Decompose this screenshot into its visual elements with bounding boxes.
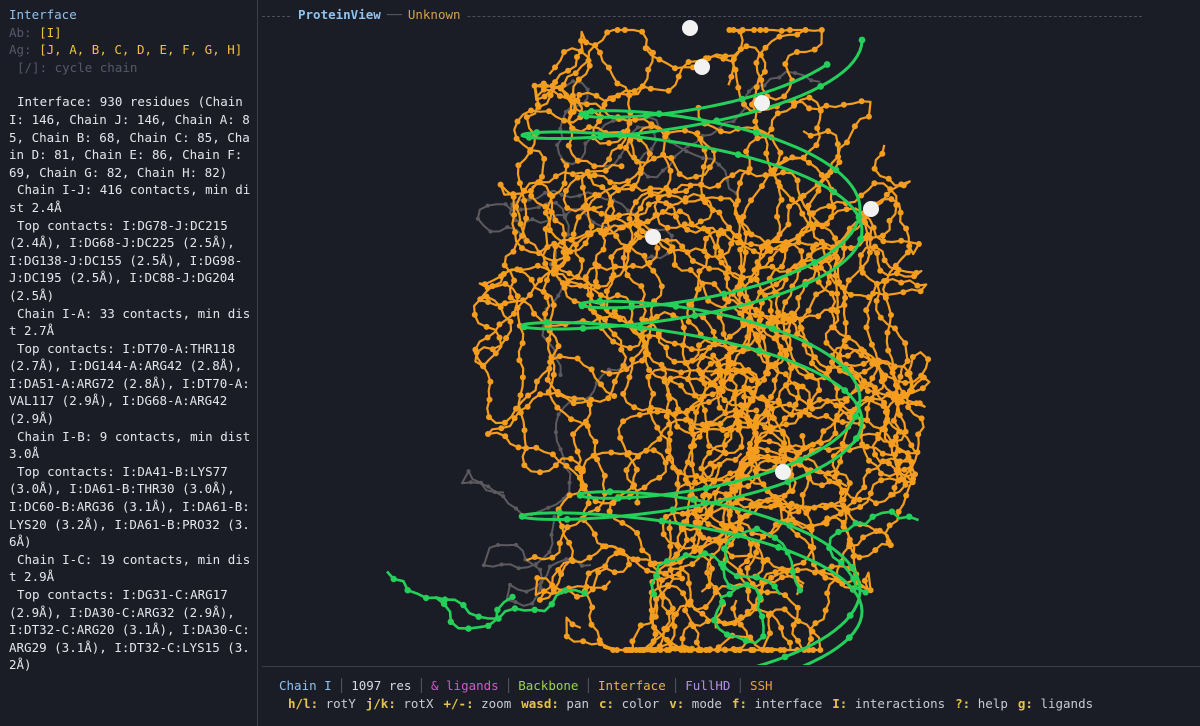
report-line: Chain I-C: 19 contacts, min dist 2.9Å	[9, 551, 251, 585]
report-line: Top contacts: I:DG31-C:ARG17 (2.9Å), I:D…	[9, 587, 250, 673]
report-line: Top contacts: I:DT70-A:THR118 (2.7Å), I:…	[9, 340, 250, 427]
key-hint-action: pan	[558, 696, 589, 711]
status-divider: │	[736, 678, 744, 693]
key-hint-action: mode	[684, 696, 722, 711]
key-hint-key: ?:	[955, 696, 971, 711]
antibody-chain-row[interactable]: Ab: [I]	[9, 24, 251, 42]
status-interface-mode: Interface	[597, 678, 666, 693]
status-bar: Chain I │ 1097 res │ & ligands │ Backbone │ Inte…	[262, 666, 1200, 726]
dna-tail	[710, 581, 767, 645]
cycle-chain-hint: [/]: cycle chain	[17, 59, 138, 75]
key-hint: ?: help	[955, 696, 1008, 711]
report-line: Chain I-B: 9 contacts, min dist 3.0Å	[9, 428, 251, 462]
sidebar-title: Interface	[9, 7, 77, 22]
report-line: Top contacts: I:DG78-J:DC215 (2.4Å), I:D…	[9, 217, 243, 303]
key-hint-action: interactions	[847, 696, 946, 711]
key-hint: I: interactions	[832, 696, 945, 711]
status-ligands: & ligands	[430, 678, 499, 693]
ion-sphere	[645, 229, 661, 245]
key-hint-key: c:	[599, 696, 615, 711]
status-connection: SSH	[749, 678, 773, 693]
key-hint-key: j/k:	[365, 696, 396, 711]
key-hint: v: mode	[669, 696, 722, 711]
key-hint: j/k: rotX	[366, 696, 434, 711]
key-hint-action: ligands	[1032, 696, 1094, 711]
ag-label: Ag:	[9, 42, 32, 58]
status-divider: │	[504, 678, 513, 693]
key-hint: +/-: zoom	[444, 696, 512, 711]
key-hint-action: rotX	[395, 696, 434, 711]
molecule-render[interactable]	[262, 0, 1200, 665]
key-hint: wasd: pan	[521, 696, 589, 711]
protein-view-app: Interface Ab: [I] Ag: [J, A, B, C, D, E,…	[0, 0, 1200, 726]
report-line: Chain I-A: 33 contacts, min dist 2.7Å	[9, 305, 251, 339]
key-hint-action: zoom	[473, 696, 512, 711]
report-line: Top contacts: I:DA41-B:LYS77 (3.0Å), I:D…	[9, 463, 250, 550]
key-hint-key: wasd:	[521, 696, 559, 711]
ion-sphere	[682, 20, 698, 36]
key-hint-action: interface	[746, 696, 823, 711]
status-resolution: FullHD	[685, 678, 731, 693]
status-divider: │	[671, 678, 680, 693]
key-hint-key: g:	[1017, 696, 1033, 711]
key-hint-key: f:	[731, 696, 747, 711]
ion-sphere	[863, 201, 879, 217]
ion-sphere	[694, 59, 710, 75]
molecule-viewport[interactable]: ProteinView ── Unknown	[262, 0, 1200, 665]
dna-tail	[386, 570, 516, 632]
dna-tail	[434, 587, 588, 622]
ion-sphere	[754, 95, 770, 111]
key-hint-action: color	[614, 696, 660, 711]
status-backbone-mode: Backbone	[518, 678, 579, 693]
interface-report: Interface: 930 residues (Chain I: 146, C…	[9, 93, 251, 674]
status-line: Chain I │ 1097 res │ & ligands │ Backbone │ Inte…	[276, 678, 776, 693]
status-divider: │	[337, 678, 346, 693]
status-chain: Chain I	[279, 678, 332, 693]
keybinding-hints: h/l: rotY j/k: rotX +/-: zoom wasd: pan c: c…	[288, 696, 1103, 711]
key-hint-key: +/-:	[443, 696, 474, 711]
key-hint-action: help	[970, 696, 1008, 711]
status-divider: │	[584, 678, 592, 693]
key-hint-action: rotY	[318, 696, 356, 711]
key-hint: h/l: rotY	[288, 696, 356, 711]
key-hint-key: v:	[669, 696, 685, 711]
report-line: Chain I-J: 416 contacts, min dist 2.4Å	[9, 182, 251, 215]
ion-sphere	[775, 464, 791, 480]
interface-sidebar[interactable]: Interface Ab: [I] Ag: [J, A, B, C, D, E,…	[0, 0, 258, 726]
key-hint: f: interface	[732, 696, 822, 711]
key-hint: g: ligands	[1018, 696, 1093, 711]
antigen-chain-row[interactable]: Ag: [J, A, B, C, D, E, F, G, H]	[9, 41, 251, 59]
report-line: Interface: 930 residues (Chain I: 146, C…	[9, 94, 250, 180]
ab-label: Ab:	[9, 24, 32, 40]
key-hint: c: color	[599, 696, 659, 711]
ag-value: [J, A, B, C, D, E, F, G, H]	[39, 42, 243, 58]
key-hint-key: h/l:	[288, 696, 319, 711]
status-divider: │	[417, 678, 425, 693]
key-hint-key: I:	[832, 696, 848, 711]
ab-value: [I]	[39, 24, 62, 40]
status-residues: 1097 res	[351, 678, 412, 693]
